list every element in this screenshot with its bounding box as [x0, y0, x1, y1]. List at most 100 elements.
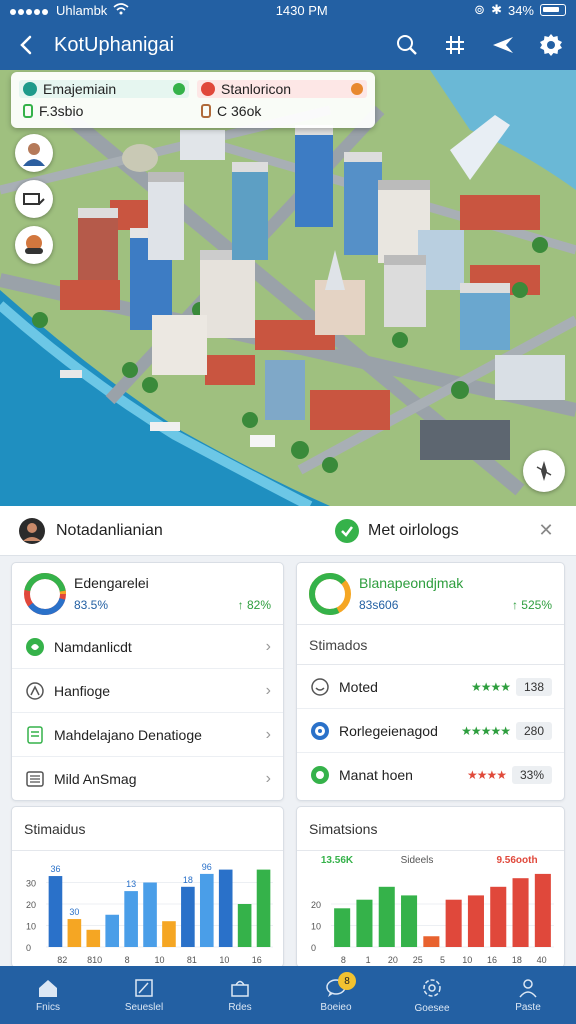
chart-bar[interactable]	[105, 914, 120, 947]
y-tick-label: 0	[26, 943, 31, 953]
left-chart-card: Stimaidus 0 10 20 30 36 30 13 18 96 82 810 8 10 81 10 1…	[11, 806, 284, 968]
chart-bar[interactable]	[401, 895, 418, 947]
compass-button[interactable]	[523, 450, 565, 492]
list-item[interactable]: Mahdelajano Denatioge ›	[12, 713, 283, 757]
list-item[interactable]: Mild AnSmag ›	[12, 757, 283, 801]
wifi-icon	[113, 2, 129, 18]
list-item[interactable]: Namdanlicdt ›	[12, 625, 283, 669]
chart-bar[interactable]	[356, 899, 373, 947]
chart-bar[interactable]	[256, 869, 271, 947]
close-button[interactable]: ✕	[534, 520, 558, 541]
person-avatar-icon	[23, 143, 45, 166]
overlay-item-1[interactable]: Emajemiain	[19, 80, 189, 98]
y-tick-label: 30	[26, 879, 36, 889]
chart-bar[interactable]	[445, 899, 462, 947]
x-tick-label: 20	[388, 955, 398, 965]
rating-stars: ★★★★★	[461, 723, 511, 738]
left-card-header[interactable]: Edengarelei 83.5% ↑ 82%	[12, 563, 283, 625]
settings-button[interactable]	[538, 32, 564, 58]
chart-bar[interactable]	[490, 886, 507, 947]
chart-bar[interactable]	[334, 908, 351, 947]
map-layers-button[interactable]	[15, 180, 53, 218]
chart-bar[interactable]	[534, 873, 551, 947]
smile-icon	[309, 676, 331, 698]
chart-bar[interactable]	[199, 873, 214, 947]
chart-bar[interactable]	[512, 878, 529, 947]
gear-icon	[423, 978, 441, 997]
search-button[interactable]	[394, 32, 420, 58]
chart-bar[interactable]	[237, 904, 252, 947]
list-item-label: Moted	[339, 678, 378, 695]
stat-label: Met oirlologs	[368, 521, 459, 539]
list-item-label: Mahdelajano Denatioge	[54, 726, 202, 743]
list-item[interactable]: Hanfioge ›	[12, 669, 283, 713]
overlay-value-1-text: F.3sbio	[39, 103, 84, 119]
nav-item-edit[interactable]: Seueslel	[96, 966, 192, 1024]
right-chart-card: Simatsions 0 10 20 13.56K Sideels 9.56ooth 8 1 2…	[296, 806, 565, 968]
search-icon	[397, 35, 417, 55]
chart-bar[interactable]	[143, 882, 157, 948]
red-dot-icon	[201, 82, 215, 96]
x-tick-label: 5	[440, 955, 445, 965]
chart-bar[interactable]	[67, 919, 82, 947]
x-tick-label: 10	[219, 955, 229, 965]
chart-bar[interactable]	[162, 921, 176, 947]
overlay-item-1-label: Emajemiain	[43, 81, 117, 97]
right-card-value: 83s606	[359, 598, 399, 612]
document-icon	[24, 724, 46, 746]
x-tick-label: 8	[125, 955, 130, 965]
flower-icon	[309, 764, 331, 786]
donut-chart-icon	[309, 573, 351, 615]
map-illustration	[0, 70, 576, 506]
list-item[interactable]: Rorlegeienagod ★★★★★ 280	[297, 709, 564, 753]
nav-item-chat[interactable]: Boeieo 8	[288, 966, 384, 1024]
chart-bar[interactable]	[181, 886, 195, 947]
close-icon: ✕	[538, 520, 554, 540]
chevron-right-icon: ›	[265, 770, 271, 787]
city-map[interactable]: Emajemiain Stanloricon F.3sbio C 36ok	[0, 70, 576, 506]
chart-bar[interactable]	[86, 929, 101, 947]
user-summary[interactable]: Notadanlianian	[18, 517, 334, 545]
map-avatar-button-2[interactable]	[15, 226, 53, 264]
chart-bar[interactable]	[467, 895, 484, 947]
x-tick-label: 10	[154, 955, 164, 965]
battery-green-icon	[23, 104, 33, 118]
right-card-percent: ↑ 525%	[511, 598, 552, 612]
list-item[interactable]: Manat hoen ★★★★ 33%	[297, 753, 564, 797]
nav-item-settings[interactable]: Goesee	[384, 966, 480, 1024]
chart-bar[interactable]	[124, 891, 138, 947]
list-item[interactable]: Moted ★★★★ 138	[297, 665, 564, 709]
nav-item-bag[interactable]: Rdes	[192, 966, 288, 1024]
x-tick-label: 25	[413, 955, 423, 965]
nav-item-home[interactable]: Fnics	[0, 966, 96, 1024]
y-tick-label: 0	[311, 943, 316, 953]
right-card-header[interactable]: Blanapeondjmak 83s606 ↑ 525%	[297, 563, 564, 625]
info-bar: Notadanlianian Met oirlologs ✕	[0, 506, 576, 556]
chart-bar[interactable]	[378, 886, 395, 947]
compass-icon	[24, 680, 46, 702]
chart-bar[interactable]	[218, 869, 233, 947]
map-avatar-button-1[interactable]	[15, 134, 53, 172]
overlay-item-2[interactable]: Stanloricon	[197, 80, 367, 98]
nav-label: Paste	[515, 1001, 541, 1013]
user-icon	[519, 978, 537, 997]
chevron-right-icon: ›	[265, 681, 271, 699]
list-item-label: Rorlegeienagod	[339, 722, 438, 739]
carrier-name: Uhlambk	[56, 2, 108, 18]
layers-icon	[23, 193, 45, 205]
chart-bar[interactable]	[423, 936, 440, 947]
x-tick-label: 40	[537, 955, 547, 965]
nav-item-profile[interactable]: Paste	[480, 966, 576, 1024]
stat-summary[interactable]: Met oirlologs	[334, 518, 534, 544]
data-label: 30	[69, 907, 79, 917]
x-tick-label: 18	[512, 955, 522, 965]
navigate-button[interactable]	[490, 32, 516, 58]
battery-percent: 34%	[507, 2, 534, 18]
map-summary-card[interactable]: Emajemiain Stanloricon F.3sbio C 36ok	[11, 72, 375, 128]
signal-dots-icon	[10, 3, 50, 18]
chart-annotation: 9.56ooth	[496, 855, 537, 866]
chart-bar[interactable]	[48, 876, 63, 947]
grid-button[interactable]	[442, 32, 468, 58]
back-button[interactable]	[12, 25, 40, 65]
right-bar-chart: 0 10 20 13.56K Sideels 9.56ooth 8 1 20 25 5 10 16 18 4…	[311, 855, 554, 965]
